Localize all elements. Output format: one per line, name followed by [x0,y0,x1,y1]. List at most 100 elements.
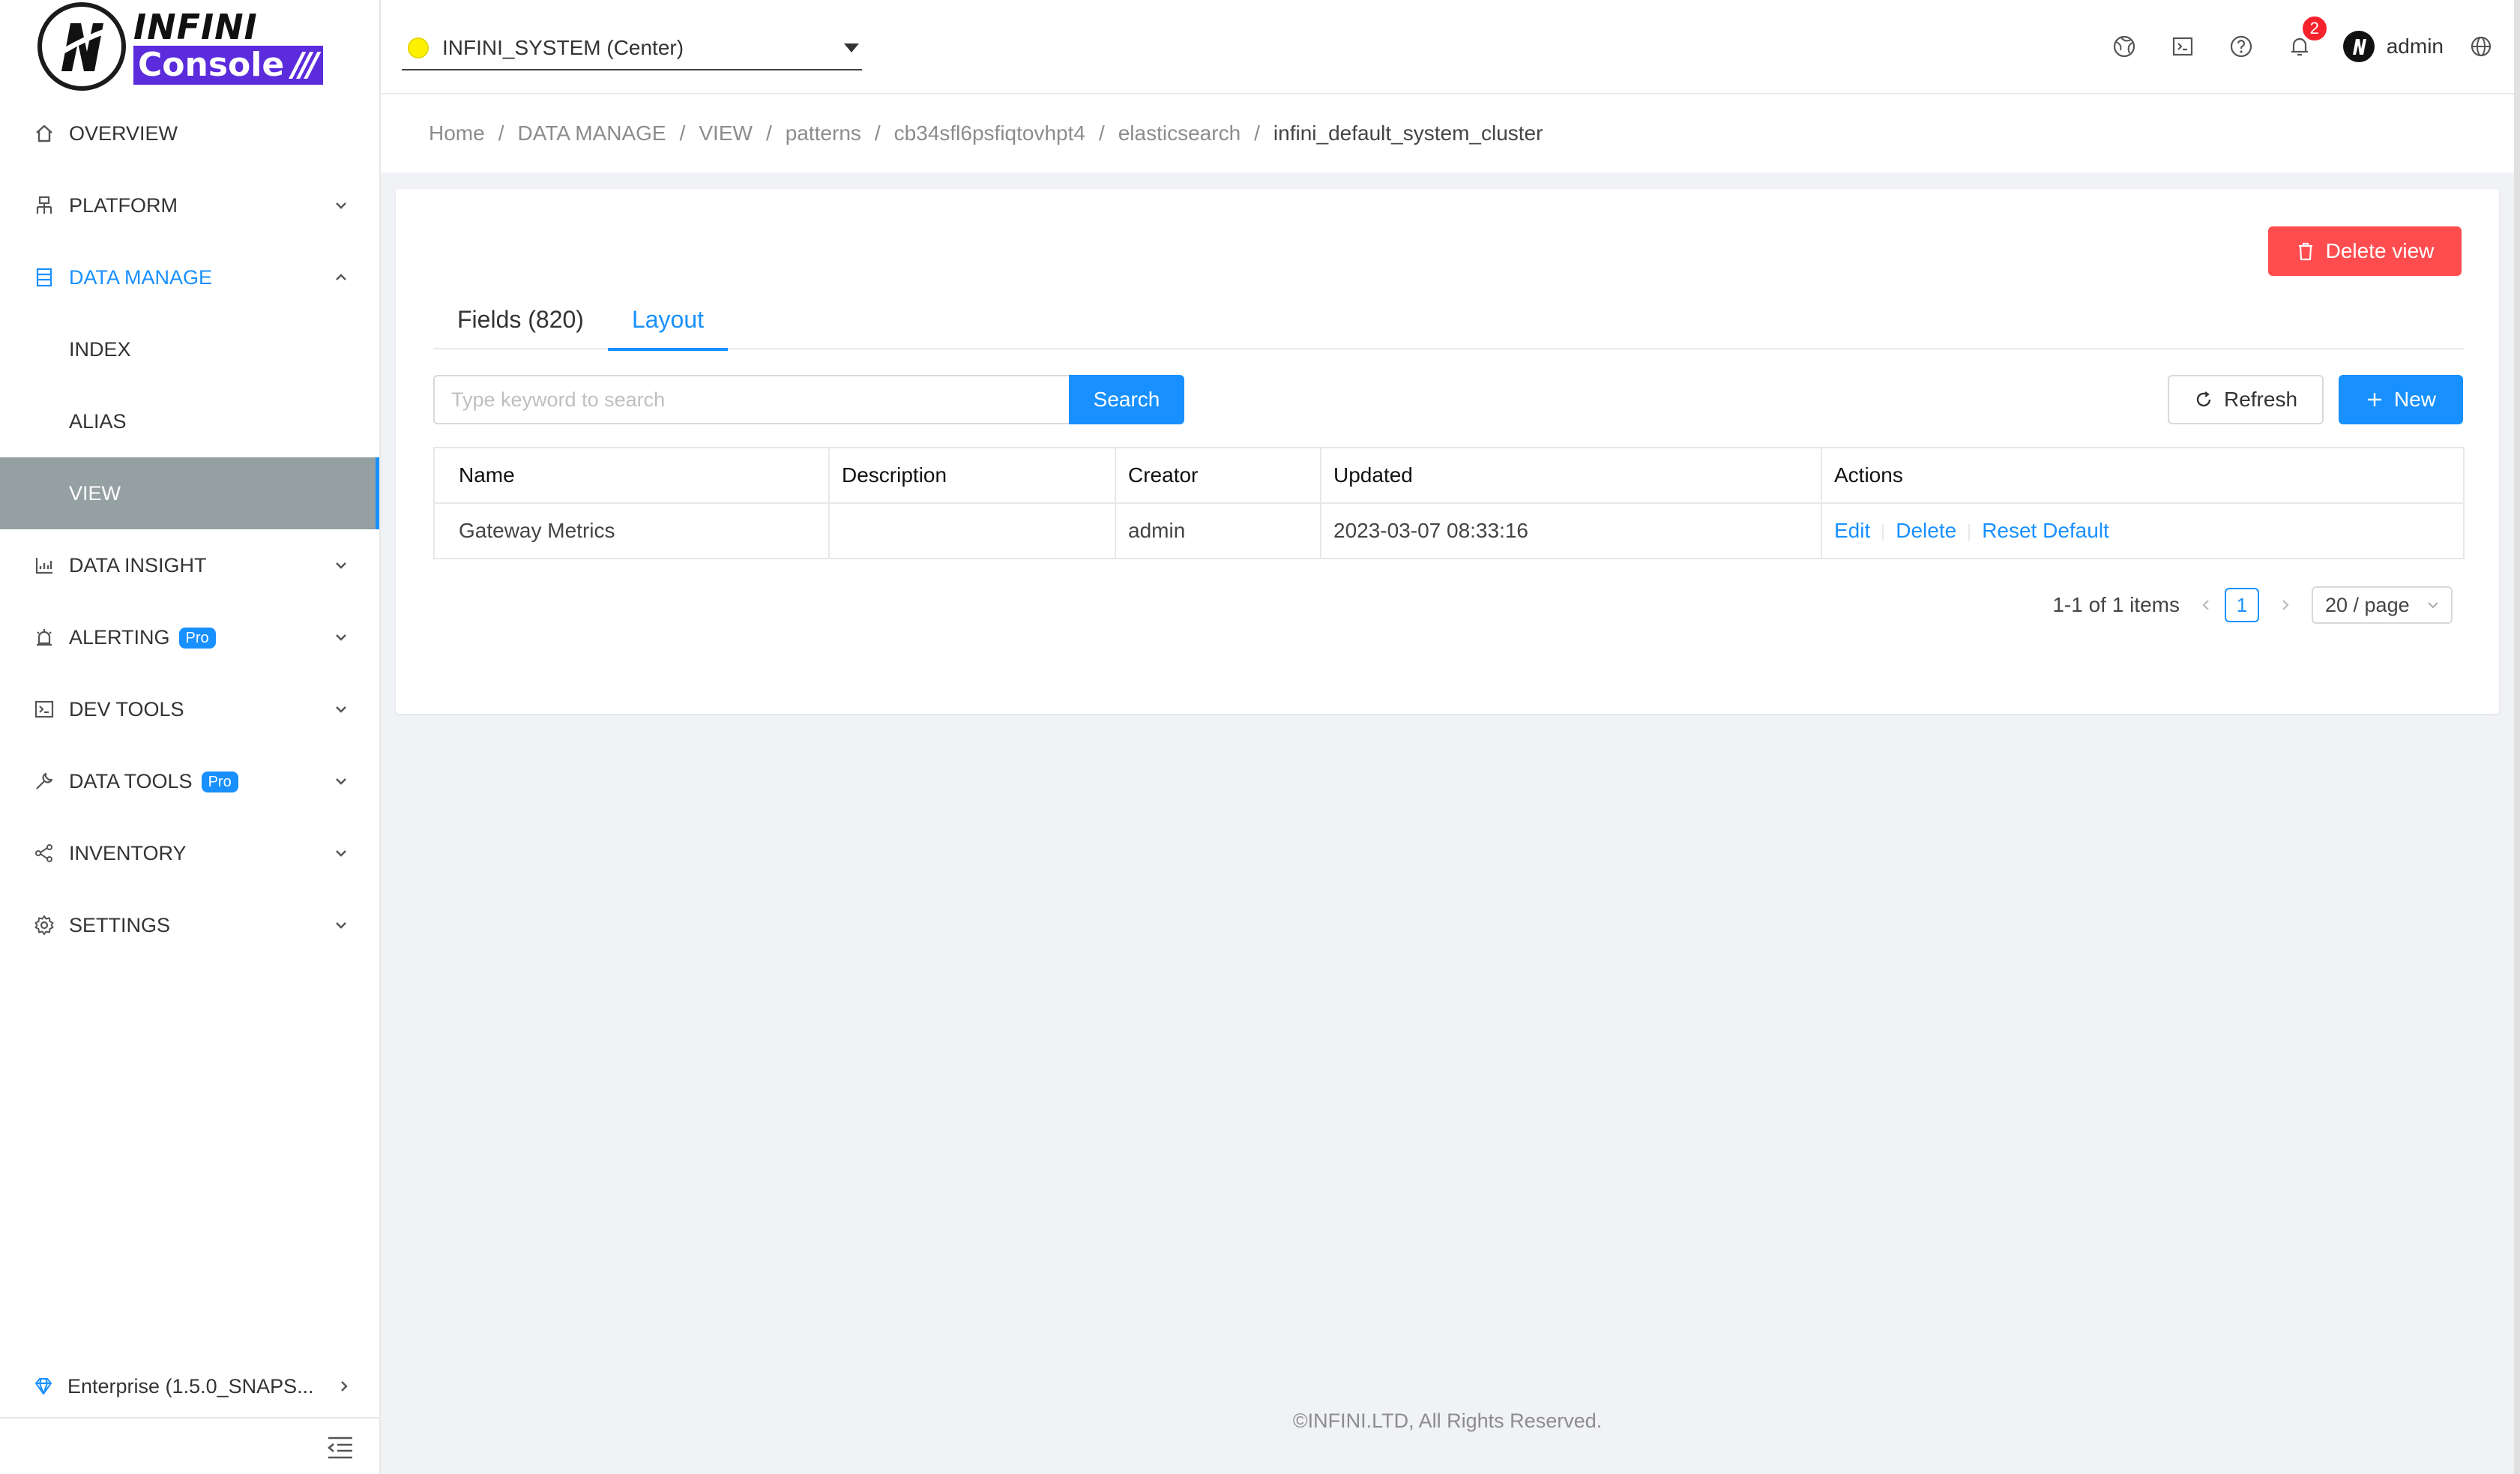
sidebar-item-label: DATA MANAGE [69,265,213,289]
breadcrumb-separator: / [765,121,772,145]
cluster-select[interactable]: INFINI_SYSTEM (Center) [402,27,862,70]
breadcrumb-view[interactable]: VIEW [699,121,753,145]
tab-fields[interactable]: Fields (820) [433,289,608,349]
terminal-icon [33,698,55,721]
network-globe-icon [2113,35,2135,58]
chevron-down-icon [336,850,346,857]
notifications-button[interactable]: 2 [2279,15,2328,67]
logo-slashes: /// [292,46,319,84]
sidebar-item-data-insight[interactable]: DATA INSIGHT [0,529,379,601]
search-input[interactable] [433,375,1069,424]
sidebar-item-dev-tools[interactable]: DEV TOOLS [0,673,379,745]
terminal-icon [2172,37,2192,56]
logo-console-label: Console [138,46,285,84]
header-actions: 2 admin [2087,15,2502,67]
breadcrumb-current: infini_default_system_cluster [1273,121,1543,145]
scrollbar-track[interactable] [2514,0,2520,1474]
page-size-select[interactable]: 20 / page [2312,586,2453,624]
sidebar-subitem-label: VIEW [69,481,121,505]
chevron-down-icon [336,562,346,569]
gear-icon [33,914,55,936]
logo[interactable]: INFINI Console /// [0,0,379,93]
user-name: admin [2386,34,2444,58]
sidebar-subitem-index[interactable]: INDEX [0,313,379,385]
breadcrumb-separator: / [1098,121,1105,145]
sidebar-item-inventory[interactable]: INVENTORY [0,817,379,889]
chevron-down-icon [336,922,346,929]
language-button[interactable] [2460,25,2502,67]
top-header: INFINI_SYSTEM (Center) 2 admin [381,0,2520,93]
breadcrumb-home[interactable]: Home [429,121,485,145]
breadcrumb-separator: / [679,121,686,145]
search-group: Search [433,375,1184,424]
breadcrumb-patterns[interactable]: patterns [786,121,861,145]
chevron-right-icon [2282,600,2289,610]
sidebar-item-overview[interactable]: OVERVIEW [0,97,379,169]
sidebar-subitem-alias[interactable]: ALIAS [0,385,379,457]
tab-layout[interactable]: Layout [607,289,729,351]
next-page-button[interactable] [2274,590,2297,620]
view-tabs: Fields (820) Layout [433,289,2465,351]
page-number-button[interactable]: 1 [2225,588,2259,622]
globe-icon [2471,36,2492,57]
delete-view-button[interactable]: Delete view [2268,226,2462,276]
data-manage-icon [33,266,55,289]
reset-default-link[interactable]: Reset Default [1982,519,2109,542]
sidebar-subitem-label: ALIAS [69,409,127,433]
breadcrumb-separator: / [1254,121,1260,145]
breadcrumb-separator: / [498,121,504,145]
column-header-updated: Updated [1321,448,1822,504]
sidebar-item-data-manage[interactable]: DATA MANAGE [0,241,379,313]
breadcrumb-separator: / [874,121,881,145]
menu-fold-icon [327,1437,352,1459]
edition-info[interactable]: Enterprise (1.5.0_SNAPS... [0,1356,379,1419]
refresh-label: Refresh [2223,388,2298,411]
plus-icon [2367,393,2381,406]
sidebar-item-data-tools[interactable]: DATA TOOLS Pro [0,745,379,817]
breadcrumb-data-manage[interactable]: DATA MANAGE [517,121,666,145]
layouts-table: Name Description Creator Updated Actions… [433,447,2465,559]
column-header-creator: Creator [1115,448,1321,504]
logo-text: INFINI Console /// [133,8,324,85]
pro-badge: Pro [178,628,216,649]
chevron-down-icon [336,202,346,209]
pro-badge: Pro [201,771,238,793]
action-divider [1882,523,1884,541]
logo-console-text: Console /// [133,46,324,85]
refresh-button[interactable]: Refresh [2168,375,2324,424]
search-button[interactable]: Search [1069,375,1184,424]
edit-link[interactable]: Edit [1834,519,1870,542]
breadcrumb: Home / DATA MANAGE / VIEW / patterns / c… [381,94,2514,172]
globe-network-button[interactable] [2103,25,2145,67]
sidebar-item-label: ALERTING [69,625,170,649]
sidebar-item-platform[interactable]: PLATFORM [0,169,379,241]
sidebar-item-alerting[interactable]: ALERTING Pro [0,601,379,673]
delete-link[interactable]: Delete [1896,519,1956,542]
cell-updated: 2023-03-07 08:33:16 [1321,503,1822,559]
home-icon [33,122,55,145]
pagination-summary: 1-1 of 1 items [2052,593,2180,616]
pagination: 1-1 of 1 items 1 20 / page [2052,586,2453,624]
footer-copyright: ©INFINI.LTD, All Rights Reserved. [1292,1410,1603,1432]
sidebar-subitem-view[interactable]: VIEW [0,457,379,529]
new-layout-button[interactable]: New [2339,375,2463,424]
diamond-icon [35,1378,52,1395]
help-button[interactable] [2220,25,2262,67]
user-menu[interactable]: admin [2342,31,2444,62]
sidebar-item-label: DATA TOOLS [69,769,193,792]
sidebar-item-settings[interactable]: SETTINGS [0,889,379,961]
console-button[interactable] [2162,25,2204,67]
prev-page-button[interactable] [2195,590,2217,620]
trash-icon [2298,242,2312,261]
sidebar-item-label: OVERVIEW [69,121,178,145]
breadcrumb-elasticsearch[interactable]: elasticsearch [1118,121,1241,145]
wrench-icon [33,770,55,792]
breadcrumb-view-id[interactable]: cb34sfl6psfiqtovhpt4 [894,121,1085,145]
logo-mark-icon [37,2,126,91]
table-row: Gateway Metrics admin 2023-03-07 08:33:1… [434,503,2464,559]
collapse-sidebar-button[interactable] [325,1435,355,1461]
chart-icon [33,554,55,577]
delete-view-label: Delete view [2325,239,2435,262]
new-label: New [2393,388,2436,411]
notification-count-badge: 2 [2300,15,2328,42]
